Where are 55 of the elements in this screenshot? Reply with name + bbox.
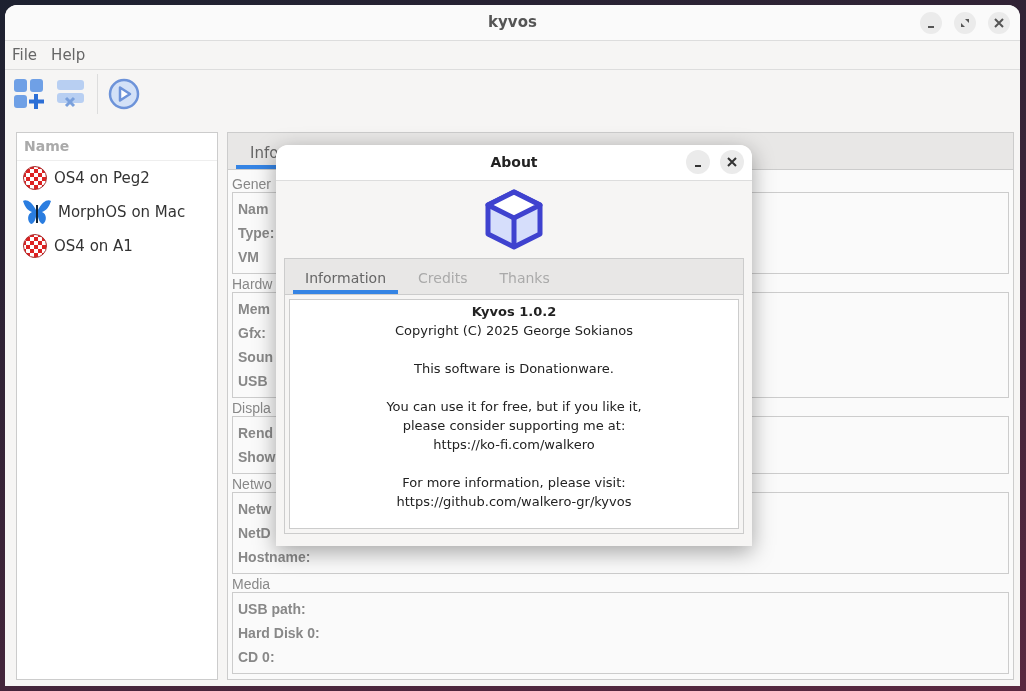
- group-title: Media: [232, 576, 271, 592]
- window-title: kyvos: [488, 12, 537, 34]
- minimize-button[interactable]: [920, 12, 942, 34]
- field-label: Netw: [238, 500, 272, 519]
- field-label: CD 0:: [238, 648, 275, 667]
- field-label: Hostname:: [238, 548, 311, 567]
- checkered-ball-icon: [22, 165, 48, 191]
- close-button[interactable]: [988, 12, 1010, 34]
- text-line: This software is Donationware.: [412, 360, 615, 378]
- group-title: Hardw: [232, 276, 273, 292]
- group-title: Netwo: [232, 476, 272, 492]
- item-label: OS4 on A1: [54, 235, 133, 257]
- item-label: OS4 on Peg2: [54, 167, 150, 189]
- field-label: Rend: [238, 424, 273, 443]
- field-label: USB path:: [238, 600, 306, 619]
- field-label: Type:: [238, 224, 275, 243]
- group-title: Displa: [232, 400, 271, 416]
- field-label: Soun: [238, 348, 273, 367]
- menu-item[interactable]: Help: [51, 43, 86, 67]
- close-icon: [727, 157, 737, 167]
- tab[interactable]: Information: [293, 259, 399, 294]
- dialog-title: About: [490, 153, 538, 172]
- field-label: Mem: [238, 300, 270, 319]
- field-label: Show: [238, 448, 276, 467]
- text-line: For more information, please visit:: [401, 474, 627, 492]
- close-button[interactable]: [720, 150, 744, 174]
- close-icon: [994, 18, 1004, 28]
- minimize-icon: [928, 26, 934, 28]
- list-item[interactable]: OS4 on A1: [17, 229, 217, 263]
- checkered-ball-icon: [22, 233, 48, 259]
- field-label: NetD: [238, 524, 271, 543]
- list-item[interactable]: MorphOS on Mac: [17, 195, 217, 229]
- cube-icon: [483, 188, 545, 251]
- text-line: Copyright (C) 2025 George Sokianos: [394, 322, 634, 340]
- play-icon[interactable]: [108, 78, 140, 110]
- text-line: https://ko-fi.com/walkero: [432, 436, 596, 454]
- field-label: USB: [238, 372, 268, 391]
- list-item[interactable]: OS4 on Peg2: [17, 161, 217, 195]
- butterfly-icon: [22, 199, 52, 225]
- field-label: Hard Disk 0:: [238, 624, 320, 643]
- field-label: Nam: [238, 200, 269, 219]
- text-line: https://github.com/walkero-gr/kyvos: [395, 493, 633, 511]
- group-title: Gener: [232, 176, 271, 192]
- minimize-icon: [695, 165, 701, 167]
- item-label: MorphOS on Mac: [58, 201, 186, 223]
- maximize-button[interactable]: [954, 12, 976, 34]
- maximize-icon: [960, 18, 970, 28]
- text-line: please consider supporting me at:: [401, 417, 627, 435]
- app-name: Kyvos 1.0.2: [470, 303, 558, 321]
- field-label: Gfx:: [238, 324, 266, 343]
- column-header: Name: [17, 133, 217, 161]
- menu-item[interactable]: File: [12, 43, 38, 67]
- text-line: You can use it for free, but if you like it,: [385, 398, 643, 416]
- add-grid-icon[interactable]: [13, 78, 45, 110]
- field-label: VM: [238, 248, 259, 267]
